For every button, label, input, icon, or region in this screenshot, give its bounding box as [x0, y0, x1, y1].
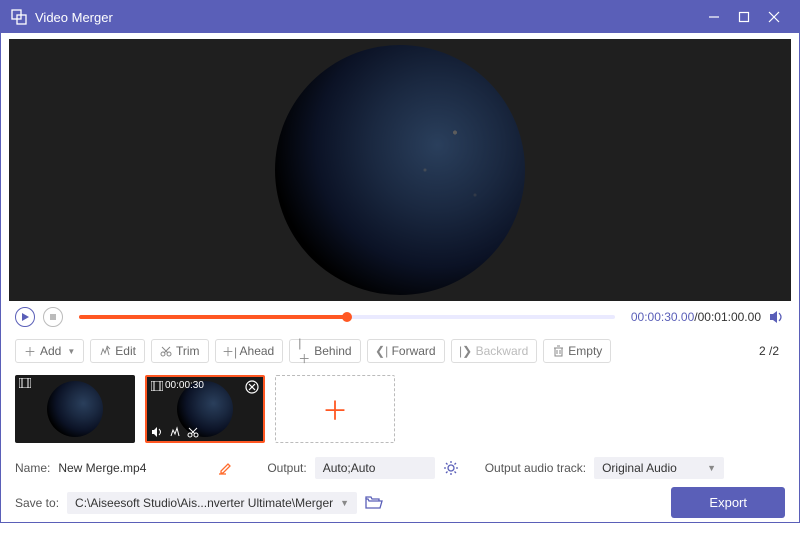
- add-clip-button[interactable]: ＋: [275, 375, 395, 443]
- name-label: Name:: [15, 461, 50, 475]
- remove-clip-icon[interactable]: [245, 380, 259, 394]
- clip-trim-icon[interactable]: [187, 426, 199, 438]
- stop-button[interactable]: [43, 307, 63, 327]
- empty-button[interactable]: Empty: [543, 339, 611, 363]
- playback-controls: 00:00:30.00/00:01:00.00: [1, 301, 799, 333]
- output-settings-icon[interactable]: [443, 460, 459, 476]
- audio-track-select[interactable]: Original Audio▼: [594, 457, 724, 479]
- clip-audio-icon[interactable]: [151, 426, 163, 438]
- saveto-label: Save to:: [15, 496, 59, 510]
- behind-button[interactable]: |＋Behind: [289, 339, 360, 363]
- name-field[interactable]: [58, 459, 213, 478]
- preview-frame: [275, 45, 525, 295]
- output-label: Output:: [267, 461, 306, 475]
- edit-toolbar: ＋Add▼ Edit Trim ＋|Ahead |＋Behind ❮|Forwa…: [1, 333, 799, 369]
- edit-name-icon[interactable]: [219, 461, 233, 475]
- minimize-button[interactable]: [699, 2, 729, 32]
- open-folder-icon[interactable]: [365, 496, 383, 510]
- ahead-button[interactable]: ＋|Ahead: [215, 339, 284, 363]
- export-button[interactable]: Export: [671, 487, 785, 518]
- close-button[interactable]: [759, 2, 789, 32]
- time-display: 00:00:30.00/00:01:00.00: [631, 310, 761, 324]
- titlebar: Video Merger: [1, 1, 799, 33]
- add-button[interactable]: ＋Add▼: [15, 339, 84, 363]
- volume-icon[interactable]: [769, 309, 785, 325]
- output-settings: Name: Output: Auto;Auto Output audio tra…: [1, 449, 799, 534]
- app-icon: [11, 9, 27, 25]
- edit-button[interactable]: Edit: [90, 339, 145, 363]
- clip-timestamp: 00:00:30: [151, 380, 204, 391]
- saveto-path-select[interactable]: C:\Aiseesoft Studio\Ais...nverter Ultima…: [67, 492, 357, 514]
- clip-effects-icon[interactable]: [169, 426, 181, 438]
- trim-button[interactable]: Trim: [151, 339, 209, 363]
- seek-slider[interactable]: [79, 315, 615, 319]
- clip-actions: [151, 426, 199, 438]
- film-icon: [19, 378, 31, 388]
- forward-button[interactable]: ❮|Forward: [367, 339, 445, 363]
- app-title: Video Merger: [35, 10, 113, 25]
- clip-thumbnail-2[interactable]: 00:00:30: [145, 375, 265, 443]
- video-preview[interactable]: [9, 39, 791, 301]
- clip-thumbnails: 00:00:30 ＋: [1, 369, 799, 449]
- clip-thumbnail-1[interactable]: [15, 375, 135, 443]
- audio-track-label: Output audio track:: [485, 461, 586, 475]
- backward-button: |❯Backward: [451, 339, 538, 363]
- output-format-select[interactable]: Auto;Auto: [315, 457, 435, 479]
- play-button[interactable]: [15, 307, 35, 327]
- clip-counter: 2 /2: [759, 344, 785, 358]
- maximize-button[interactable]: [729, 2, 759, 32]
